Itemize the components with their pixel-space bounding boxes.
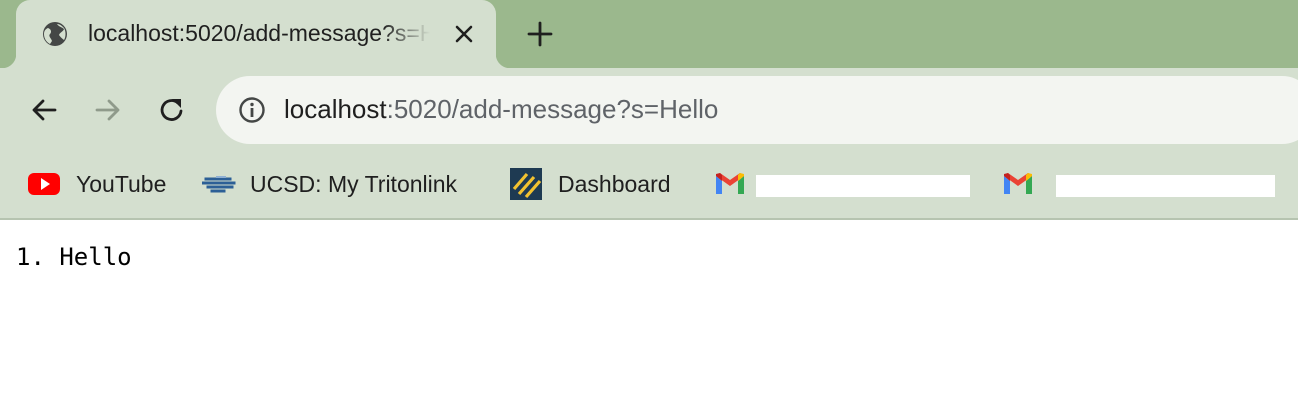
bookmark-gmail-2[interactable] <box>1002 156 1050 212</box>
active-tab[interactable]: localhost:5020/add-message?s=Hello <box>2 0 510 68</box>
page-content: 1. Hello <box>16 243 132 271</box>
plus-icon[interactable] <box>526 20 554 48</box>
gmail-icon <box>716 173 744 194</box>
tab-title: localhost:5020/add-message?s=Hello <box>88 20 430 46</box>
redaction-box <box>756 175 970 197</box>
tritonlink-icon <box>202 176 236 193</box>
bookmark-youtube[interactable]: YouTube <box>28 156 166 212</box>
tab-strip: localhost:5020/add-message?s=Hello <box>0 0 1298 68</box>
bookmark-dashboard[interactable]: Dashboard <box>510 156 671 212</box>
arrow-left-icon[interactable] <box>28 94 60 126</box>
gmail-icon <box>1004 173 1032 194</box>
globe-icon <box>43 22 67 46</box>
bookmark-label: YouTube <box>76 170 167 197</box>
redaction-box <box>1056 175 1275 197</box>
arrow-right-icon[interactable] <box>92 94 124 126</box>
bookmark-label: Dashboard <box>558 170 671 197</box>
url-text: localhost:5020/add-message?s=Hello <box>284 94 718 125</box>
browser-toolbar: localhost:5020/add-message?s=Hello YouTu… <box>0 68 1298 220</box>
reload-icon[interactable] <box>156 94 188 126</box>
address-bar[interactable]: localhost:5020/add-message?s=Hello <box>216 76 1298 144</box>
dashboard-icon <box>510 168 542 200</box>
youtube-icon <box>28 173 60 195</box>
url-host: localhost <box>284 94 387 124</box>
url-path: :5020/add-message?s=Hello <box>386 94 719 124</box>
bookmark-tritonlink[interactable]: UCSD: My Tritonlink <box>202 156 457 212</box>
info-icon[interactable] <box>238 96 266 124</box>
bookmark-gmail-1[interactable] <box>714 156 762 212</box>
close-icon[interactable] <box>452 22 476 46</box>
bookmark-label: UCSD: My Tritonlink <box>250 170 458 197</box>
